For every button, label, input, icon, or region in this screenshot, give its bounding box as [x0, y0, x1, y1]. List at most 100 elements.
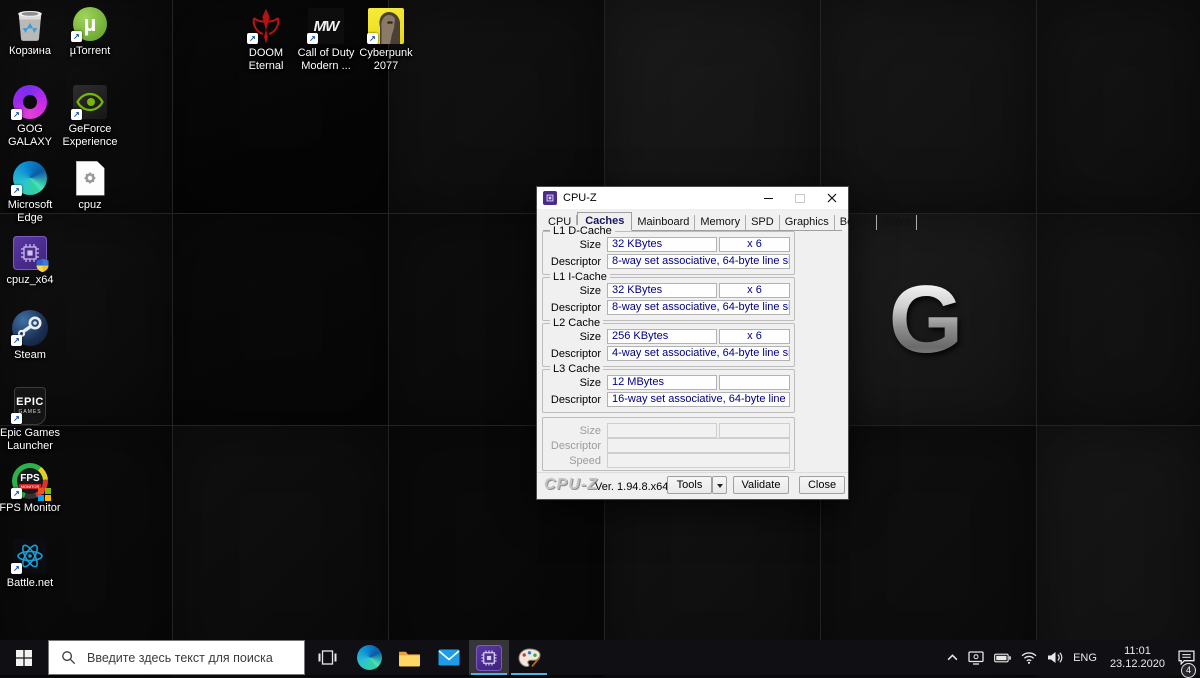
l2-descriptor-field[interactable]: 4-way set associative, 64-byte line size	[607, 346, 790, 361]
group-title: L3 Cache	[550, 363, 604, 375]
battlenet-icon: ↗	[11, 537, 49, 575]
taskbar-edge-button[interactable]	[349, 640, 389, 675]
tray-wifi-button[interactable]	[1016, 640, 1042, 675]
taskbar: ENG 11:01 23.12.2020 4	[0, 640, 1200, 678]
language-label: ENG	[1073, 651, 1097, 664]
cpuz-file-icon	[71, 159, 109, 197]
extra-descriptor-field	[607, 438, 790, 453]
desktop-icon-label: cpuz	[78, 199, 102, 211]
l3-count-field[interactable]	[719, 375, 790, 390]
shortcut-arrow-icon: ↗	[11, 109, 22, 120]
l2-count-field[interactable]: x 6	[719, 329, 790, 344]
tab-mainboard[interactable]: Mainboard	[632, 215, 696, 230]
taskbar-cpuz-button[interactable]	[469, 640, 509, 675]
group-title: L1 D-Cache	[550, 225, 615, 237]
fps-monitor-icon: FPS MONITOR ↗	[11, 462, 51, 501]
start-button[interactable]	[0, 640, 48, 675]
group-l1-i-cache: L1 I-Cache Size 32 KBytes x 6 Descriptor…	[542, 271, 795, 321]
desktop-icon-gog-galaxy[interactable]: ↗ GOG GALAXY	[0, 83, 64, 149]
desktop-icon-fps-monitor[interactable]: FPS MONITOR ↗ FPS Monitor	[0, 462, 64, 515]
l1d-size-field[interactable]: 32 KBytes	[607, 237, 717, 252]
cod-mw-icon: MW ↗	[307, 7, 345, 45]
desktop-icon-geforce-experience[interactable]: ↗ GeForce Experience	[56, 83, 124, 149]
l3-size-field[interactable]: 12 MBytes	[607, 375, 717, 390]
window-footer: CPU-Z Ver. 1.94.8.x64 Tools Validate Clo…	[537, 472, 848, 499]
cpuz-app-icon	[543, 191, 557, 205]
cpuz-footer-logo: CPU-Z	[544, 476, 598, 493]
tools-dropdown-button[interactable]	[712, 476, 727, 494]
display-icon	[968, 650, 984, 665]
l2-size-field[interactable]: 256 KBytes	[607, 329, 717, 344]
descriptor-label: Descriptor	[550, 302, 601, 314]
task-view-button[interactable]	[305, 640, 349, 675]
size-label: Size	[579, 285, 601, 297]
titlebar[interactable]: CPU-Z	[537, 187, 848, 209]
bg-panel	[1037, 214, 1200, 425]
cpuz-x64-icon	[11, 234, 49, 273]
notification-center-button[interactable]: 4	[1173, 640, 1200, 678]
desktop-icon-recycle-bin[interactable]: Корзина	[0, 5, 64, 58]
extra-count-field	[719, 423, 790, 438]
l1d-count-field[interactable]: x 6	[719, 237, 790, 252]
desktop-icon-microsoft-edge[interactable]: ↗ Microsoft Edge	[0, 159, 64, 225]
descriptor-label: Descriptor	[550, 440, 601, 452]
window-title: CPU-Z	[563, 192, 597, 204]
shortcut-arrow-icon: ↗	[11, 413, 22, 424]
minimize-button[interactable]	[752, 187, 784, 209]
desktop-icon-label: Cyberpunk 2077	[359, 47, 413, 72]
tab-bench[interactable]: Bench	[835, 215, 877, 230]
taskbar-search-box[interactable]	[48, 640, 305, 675]
tab-about[interactable]: About	[877, 215, 917, 230]
taskbar-file-explorer-button[interactable]	[389, 640, 429, 675]
tools-button[interactable]: Tools	[667, 476, 712, 494]
tab-memory[interactable]: Memory	[695, 215, 747, 230]
tray-battery-button[interactable]	[989, 640, 1016, 675]
language-indicator[interactable]: ENG	[1068, 640, 1102, 675]
desktop-icon-cyberpunk-2077[interactable]: ↗ Cyberpunk 2077	[350, 7, 422, 73]
tray-volume-button[interactable]	[1042, 640, 1068, 675]
close-footer-button[interactable]: Close	[799, 476, 845, 494]
cpuz-window: CPU-Z CPU Caches Mainboard Memory SPD Gr…	[536, 186, 917, 500]
desktop-icon-cpuz[interactable]: cpuz	[56, 159, 124, 212]
desktop-icon-label: Epic Games Launcher	[0, 427, 60, 452]
taskbar-paint-button[interactable]	[509, 640, 549, 675]
group-l3-cache: L3 Cache Size 12 MBytes Descriptor 16-wa…	[542, 363, 795, 413]
l1i-count-field[interactable]: x 6	[719, 283, 790, 298]
search-input[interactable]	[85, 649, 304, 666]
validate-button[interactable]: Validate	[733, 476, 789, 494]
desktop-icon-label: GeForce Experience	[62, 123, 118, 148]
l1i-size-field[interactable]: 32 KBytes	[607, 283, 717, 298]
tab-graphics[interactable]: Graphics	[780, 215, 835, 230]
clock[interactable]: 11:01 23.12.2020	[1102, 645, 1173, 671]
l1d-descriptor-field[interactable]: 8-way set associative, 64-byte line size	[607, 254, 790, 269]
desktop-icon-steam[interactable]: ↗ Steam	[0, 309, 64, 362]
doom-eternal-icon: ↗	[247, 7, 285, 45]
extra-size-field	[607, 423, 717, 438]
taskbar-mail-button[interactable]	[429, 640, 469, 675]
shortcut-arrow-icon: ↗	[367, 33, 378, 44]
windows-flag-badge-icon	[38, 488, 51, 501]
desktop-icon-cpuz-x64[interactable]: cpuz_x64	[0, 234, 64, 287]
descriptor-label: Descriptor	[550, 256, 601, 268]
close-button[interactable]	[816, 187, 848, 209]
tab-spd[interactable]: SPD	[746, 215, 780, 230]
group-title: L1 I-Cache	[550, 271, 610, 283]
shortcut-arrow-icon: ↗	[11, 488, 22, 499]
desktop-icon-battlenet[interactable]: ↗ Battle.net	[0, 537, 64, 590]
tray-chevron-up-button[interactable]	[942, 640, 963, 675]
bg-panel	[1037, 0, 1200, 213]
mail-icon	[438, 649, 460, 666]
desktop-icon-epic-games[interactable]: EPIC GAMES ↗ Epic Games Launcher	[0, 387, 64, 453]
shortcut-arrow-icon: ↗	[71, 31, 82, 42]
version-label: Ver. 1.94.8.x64	[595, 481, 669, 493]
windows-logo-icon	[16, 649, 32, 666]
task-view-icon	[318, 650, 336, 665]
paint-icon	[517, 647, 541, 667]
tray-display-button[interactable]	[963, 640, 989, 675]
l3-descriptor-field[interactable]: 16-way set associative, 64-byte line siz…	[607, 392, 790, 407]
shortcut-arrow-icon: ↗	[247, 33, 258, 44]
extra-speed-field	[607, 453, 790, 468]
l1i-descriptor-field[interactable]: 8-way set associative, 64-byte line size	[607, 300, 790, 315]
group-l2-cache: L2 Cache Size 256 KBytes x 6 Descriptor …	[542, 317, 795, 367]
desktop-icon-utorrent[interactable]: µ ↗ µTorrent	[56, 5, 124, 58]
